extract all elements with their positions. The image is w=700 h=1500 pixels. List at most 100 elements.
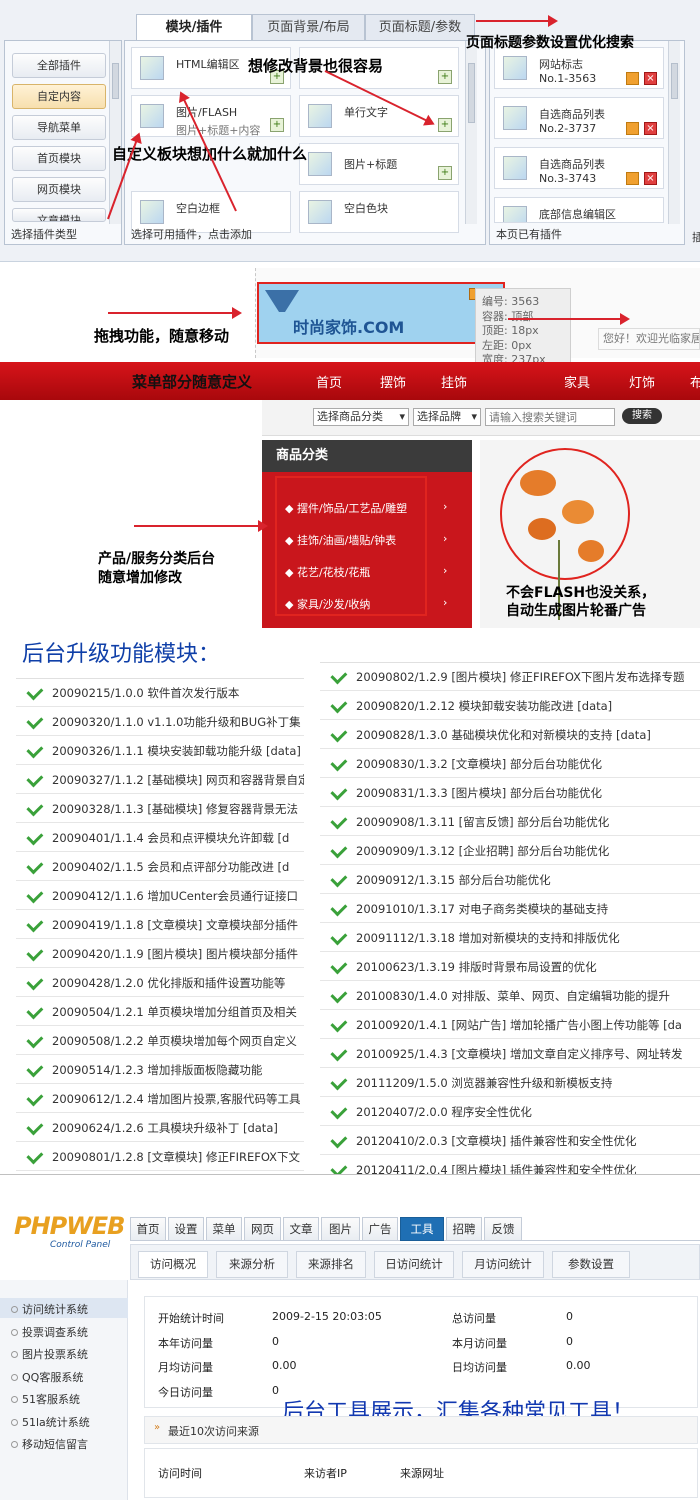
sidebar-item[interactable]: 51la统计系统	[11, 1414, 90, 1430]
add-plugin-icon[interactable]: +	[438, 166, 452, 180]
changelog-row: 20090514/1.2.3 增加排版面板隐藏功能	[16, 1056, 304, 1084]
info-row: 编号: 3563	[482, 295, 540, 308]
nav-tab[interactable]: 菜单	[206, 1217, 242, 1241]
category-all[interactable]: 全部插件	[12, 53, 106, 78]
changelog-row: 20090802/1.2.9 [图片模块] 修正FIREFOX下图片发布选择专题	[320, 663, 700, 691]
changelog-row: 20090801/1.2.8 [文章模块] 修正FIREFOX下文	[16, 1143, 304, 1171]
installed-plugin-number: No.1-3563	[539, 72, 597, 85]
checkmark-icon	[330, 1072, 348, 1090]
arrow-right-icon: »	[154, 1422, 161, 1433]
menu-item-lamps[interactable]: 灯饰	[629, 372, 655, 391]
changelog-text: 20100920/1.4.1 [网站广告] 增加轮播广告小图上传功能等 [da	[356, 1018, 682, 1032]
subtab[interactable]: 参数设置	[552, 1251, 630, 1278]
nav-tab[interactable]: 广告	[362, 1217, 398, 1241]
subtab[interactable]: 月访问统计	[462, 1251, 544, 1278]
search-input[interactable]	[485, 408, 615, 426]
nav-tab[interactable]: 图片	[321, 1217, 360, 1241]
checkmark-icon	[330, 1101, 348, 1119]
edit-icon[interactable]	[626, 72, 639, 85]
plugin-blank-color-block[interactable]: 空白色块	[299, 191, 459, 233]
changelog-text: 20090828/1.3.0 基础模块优化和对新模块的支持 [data]	[356, 728, 651, 742]
changelog-row: 20100925/1.4.3 [文章模块] 增加文章自定义排序号、网址转发	[320, 1040, 700, 1068]
menu-item-hanging[interactable]: 挂饰	[441, 372, 467, 391]
nav-tab[interactable]: 反馈	[484, 1217, 522, 1241]
installed-scrollbar[interactable]	[668, 41, 680, 224]
brand-select[interactable]: 选择品牌 ▾	[413, 408, 481, 426]
checkmark-icon	[330, 927, 348, 945]
add-plugin-icon[interactable]: +	[270, 118, 284, 132]
category-webpage[interactable]: 网页模块	[12, 177, 106, 202]
search-button[interactable]: 搜索	[622, 408, 662, 424]
subtab[interactable]: 日访问统计	[374, 1251, 454, 1278]
info-row: 左距: 0px	[482, 338, 532, 352]
menu-item-decor[interactable]: 摆饰	[380, 372, 406, 391]
delete-icon[interactable]: ×	[644, 172, 657, 185]
installed-plugin-item[interactable]: 底部信息编辑区	[494, 197, 664, 223]
add-plugin-icon[interactable]: +	[438, 70, 452, 84]
nav-tab[interactable]: 文章	[283, 1217, 319, 1241]
product-category-title: 商品分类	[262, 440, 472, 472]
installed-plugin-item[interactable]: 网站标志 No.1-3563 ×	[494, 47, 664, 89]
sidebar-item[interactable]: 51客服系统	[11, 1391, 80, 1407]
changelog-text: 20111209/1.5.0 浏览器兼容性升级和新模板支持	[356, 1076, 613, 1090]
checkmark-icon	[26, 943, 44, 961]
category-custom[interactable]: 自定内容	[12, 84, 106, 109]
installed-plugin-item[interactable]: 自选商品列表 No.3-3743 ×	[494, 147, 664, 189]
nav-tab[interactable]: 招聘	[446, 1217, 482, 1241]
stat-value: 0	[272, 1334, 279, 1348]
sidebar-item[interactable]: 图片投票系统	[11, 1346, 88, 1362]
changelog-text: 20091112/1.3.18 增加对新模块的支持和排版优化	[356, 931, 620, 945]
nav-tab[interactable]: 首页	[130, 1217, 166, 1241]
delete-icon[interactable]: ×	[644, 122, 657, 135]
available-scrollbar[interactable]	[465, 41, 477, 224]
subtab[interactable]: 来源分析	[216, 1251, 288, 1278]
tab-title-params[interactable]: 页面标题/参数	[365, 14, 475, 40]
menu-item-fabric[interactable]: 布	[690, 372, 700, 391]
plugin-image-flash[interactable]: 图片/FLASH 图片+标题+内容 +	[131, 95, 291, 137]
category-nav-menu[interactable]: 导航菜单	[12, 115, 106, 140]
delete-icon[interactable]: ×	[644, 72, 657, 85]
changelog-title: 后台升级功能模块：	[22, 642, 221, 667]
col-visitor-ip: 来访者IP	[304, 1467, 347, 1480]
changelog-text: 20090320/1.1.0 v1.1.0功能升级和BUG补丁集	[52, 715, 301, 729]
tab-modules[interactable]: 模块/插件	[136, 14, 252, 40]
changelog-text: 20090820/1.2.12 模块卸载安装功能改进 [data]	[356, 699, 613, 713]
nav-tab[interactable]: 工具	[400, 1217, 444, 1241]
sidebar-item[interactable]: 移动短信留言	[11, 1436, 88, 1452]
add-plugin-icon[interactable]: +	[438, 118, 452, 132]
changelog-row: 20090508/1.2.2 单页模块增加每个网页自定义	[16, 1027, 304, 1055]
changelog-row: 20100830/1.4.0 对排版、菜单、网页、自定编辑功能的提升	[320, 982, 700, 1010]
changelog-row: 20090320/1.1.0 v1.1.0功能升级和BUG补丁集	[16, 708, 304, 736]
category-article[interactable]: 文章模块	[12, 208, 106, 222]
sidebar-item[interactable]: QQ客服系统	[10, 1369, 83, 1385]
sidebar-item[interactable]: 投票调查系统	[11, 1324, 88, 1340]
panel-footer-truncated: 插	[692, 231, 700, 244]
plugin-image-title[interactable]: 图片+标题 +	[299, 143, 459, 185]
category-panel: 全部插件 自定内容 导航菜单 首页模块 网页模块 文章模块 选择插件类型	[4, 40, 122, 245]
admin-logo-sub: Control Panel	[50, 1240, 111, 1250]
plugin-single-line-text[interactable]: 单行文字 +	[299, 95, 459, 137]
checkmark-icon	[26, 740, 44, 758]
plugin-image-icon	[308, 152, 332, 176]
changelog-text: 20090401/1.1.4 会员和点评模块允许卸载 [d	[52, 831, 290, 845]
menu-item-home[interactable]: 首页	[316, 372, 342, 391]
subtab[interactable]: 来源排名	[296, 1251, 366, 1278]
installed-plugin-item[interactable]: 自选商品列表 No.2-3737 ×	[494, 97, 664, 139]
subtab[interactable]: 访问概况	[138, 1251, 208, 1278]
sidebar-item[interactable]: 访问统计系统	[11, 1301, 88, 1317]
changelog-row: 20090830/1.3.2 [文章模块] 部分后台功能优化	[320, 750, 700, 778]
nav-tab[interactable]: 网页	[244, 1217, 281, 1241]
checkmark-icon	[26, 1146, 44, 1164]
edit-icon[interactable]	[626, 172, 639, 185]
draggable-logo-block[interactable]: 时尚家饰.COM ×	[257, 282, 505, 344]
checkmark-icon	[330, 666, 348, 684]
changelog-row: 20090419/1.1.8 [文章模块] 文章模块部分插件	[16, 911, 304, 939]
menu-item-furniture[interactable]: 家具	[564, 372, 590, 391]
checkmark-icon	[330, 869, 348, 887]
nav-tab[interactable]: 设置	[168, 1217, 204, 1241]
category-select[interactable]: 选择商品分类 ▾	[313, 408, 409, 426]
category-home[interactable]: 首页模块	[12, 146, 106, 171]
tab-background-layout[interactable]: 页面背景/布局	[252, 14, 365, 40]
edit-icon[interactable]	[626, 122, 639, 135]
changelog-row: 20120407/2.0.0 程序安全性优化	[320, 1098, 700, 1126]
